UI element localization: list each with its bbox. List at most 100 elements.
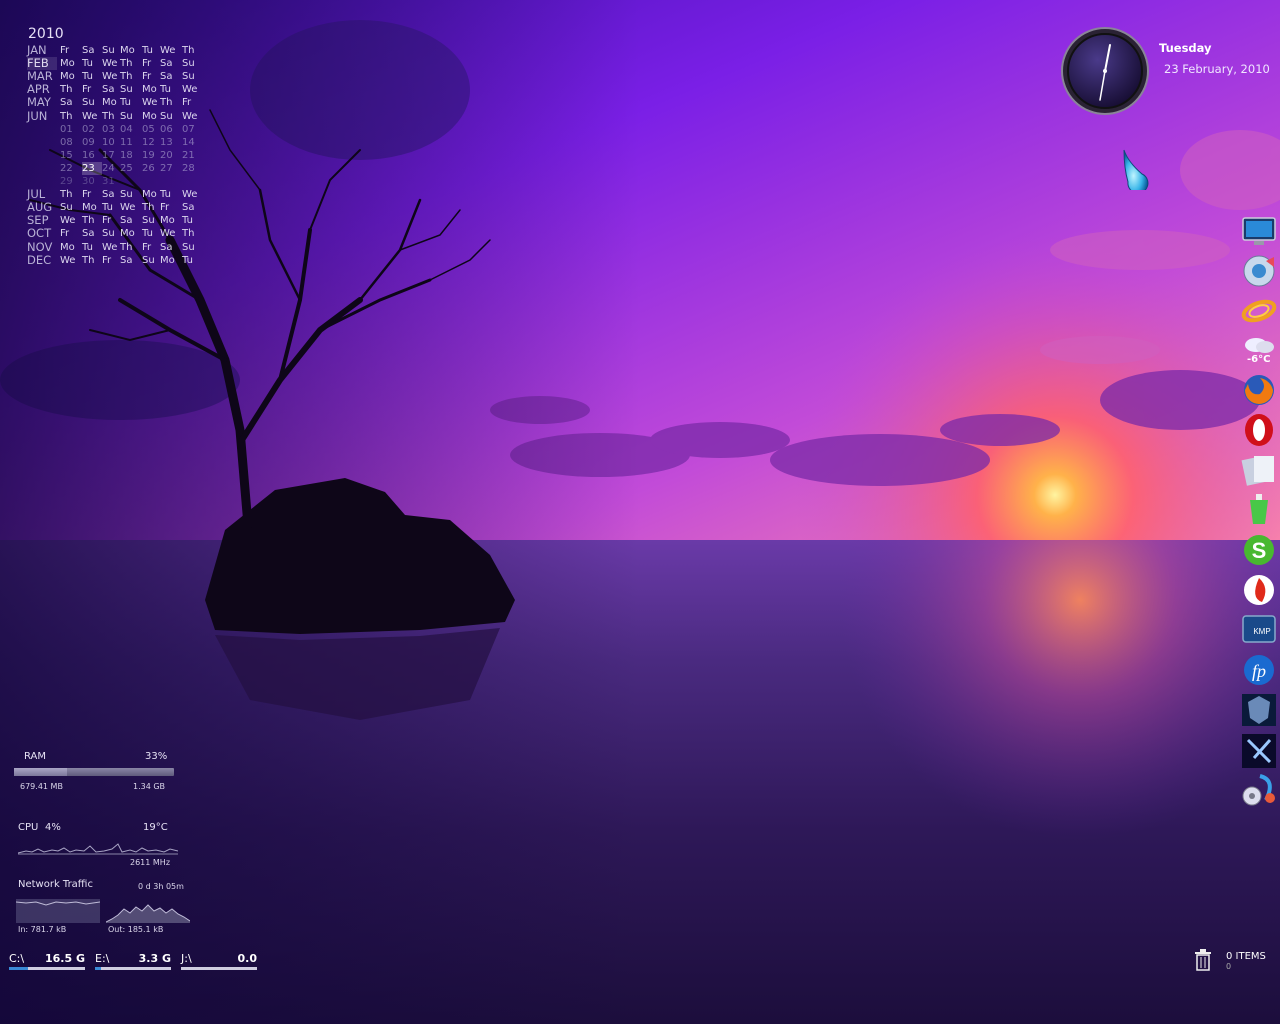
opera-icon[interactable] <box>1240 412 1278 448</box>
calendar-date[interactable]: 22 <box>60 162 80 175</box>
cpu-label: CPU <box>18 822 39 833</box>
cpu-percent: 4% <box>45 822 61 833</box>
calendar-weekday: Tu <box>142 45 153 56</box>
calendar-date[interactable]: 31 <box>102 175 122 188</box>
drive-size: 16.5 G <box>45 952 85 965</box>
calendar-date[interactable]: 09 <box>82 136 102 149</box>
cpu-temp: 19°C <box>143 822 168 833</box>
calendar-weekday: Mo <box>120 45 135 56</box>
calendar-weekday: Mo <box>142 189 157 201</box>
network-out: Out: 185.1 kB <box>108 925 164 934</box>
documents-icon[interactable] <box>1240 452 1278 488</box>
calendar-date[interactable]: 13 <box>160 136 180 149</box>
calendar-weekday: We <box>102 58 118 70</box>
firefox-icon[interactable] <box>1240 372 1278 408</box>
calendar-weekday: Mo <box>102 97 117 109</box>
calendar-weekday: We <box>160 228 176 240</box>
recycle-bin-icon[interactable] <box>1194 949 1212 971</box>
calendar-date[interactable]: 04 <box>120 123 140 136</box>
shield-icon[interactable] <box>1240 692 1278 728</box>
calendar-weekday: Sa <box>82 45 95 56</box>
calendar-date[interactable]: 01 <box>60 123 80 136</box>
clock-date: 23 February, 2010 <box>1164 62 1270 76</box>
calendar-weekday: Sa <box>160 241 173 253</box>
calendar-weekday: Su <box>182 58 195 70</box>
calendar-date[interactable]: 30 <box>82 175 102 188</box>
calendar-weekday: We <box>102 241 118 253</box>
calendar-month-name[interactable]: DEC <box>27 253 57 267</box>
calendar-weekday: Tu <box>142 228 153 240</box>
calendar-weekday: We <box>82 110 98 122</box>
calendar-date[interactable]: 24 <box>102 162 122 175</box>
calendar-date[interactable]: 14 <box>182 136 202 149</box>
ram-label: RAM <box>24 751 47 762</box>
calendar-date[interactable]: 07 <box>182 123 202 136</box>
calendar-weekday: Tu <box>160 84 171 96</box>
calendar-date[interactable]: 16 <box>82 149 102 162</box>
calendar-weekday: Su <box>120 110 133 122</box>
fp-icon[interactable]: fp <box>1240 652 1278 688</box>
calendar-weekday: Su <box>60 202 73 214</box>
calendar-weekday: Tu <box>160 189 171 201</box>
tool-icon[interactable] <box>1240 732 1278 768</box>
flash-icon[interactable] <box>1240 572 1278 608</box>
drive-bar <box>181 967 257 970</box>
calendar-date[interactable]: 06 <box>160 123 180 136</box>
media-player-icon[interactable] <box>1240 253 1278 289</box>
network-in-graph <box>16 899 100 923</box>
calendar-date[interactable]: 10 <box>102 136 122 149</box>
clock-day: Tuesday <box>1159 41 1212 55</box>
monitor-icon[interactable] <box>1240 214 1278 250</box>
calendar-date[interactable]: 19 <box>142 149 162 162</box>
calendar-date[interactable]: 25 <box>120 162 140 175</box>
drive-label: C:\ <box>9 952 25 965</box>
calendar-date[interactable]: 03 <box>102 123 122 136</box>
calendar-weekday: Mo <box>120 228 135 240</box>
drive-bar-fill <box>9 967 28 970</box>
drive-bar <box>9 967 85 970</box>
calendar-date[interactable]: 15 <box>60 149 80 162</box>
calendar-weekday: Th <box>82 215 95 227</box>
svg-text:S: S <box>1252 538 1267 563</box>
settings-icon[interactable] <box>1240 772 1278 808</box>
calendar-date[interactable]: 11 <box>120 136 140 149</box>
calendar-date[interactable]: 18 <box>120 149 140 162</box>
calendar-weekday: Fr <box>82 189 92 201</box>
calendar-weekday: Th <box>160 97 173 109</box>
calendar-month-name[interactable]: OCT <box>27 227 57 240</box>
water-drop-icon[interactable] <box>1118 148 1150 190</box>
calendar-weekday: Mo <box>60 58 75 70</box>
skype-icon[interactable]: S <box>1240 532 1278 568</box>
recycle-size: 0 <box>1226 962 1232 971</box>
calendar-date[interactable]: 05 <box>142 123 162 136</box>
calendar-date[interactable]: 21 <box>182 149 202 162</box>
calendar-date[interactable]: 26 <box>142 162 162 175</box>
calendar-weekday: Fr <box>142 241 152 253</box>
calendar-date[interactable]: 27 <box>160 162 180 175</box>
calendar-date[interactable]: 12 <box>142 136 162 149</box>
calendar-month-name[interactable]: MAY <box>27 96 57 109</box>
calendar-today[interactable]: 23 <box>82 161 102 175</box>
calendar-month-name[interactable]: NOV <box>27 240 57 254</box>
calendar-date[interactable]: 28 <box>182 162 202 175</box>
calendar-date[interactable]: 29 <box>60 175 80 188</box>
calendar-weekday: Th <box>182 228 195 240</box>
calendar-weekday: Th <box>120 71 133 83</box>
calendar-date[interactable]: 17 <box>102 149 122 162</box>
network-label: Network Traffic <box>18 879 93 890</box>
drive-bar <box>95 967 171 970</box>
calendar-weekday: We <box>120 202 136 214</box>
cleaner-icon[interactable] <box>1240 492 1278 528</box>
calendar-weekday: Sa <box>60 97 73 109</box>
calendar-weekday: Tu <box>82 241 93 253</box>
weather-temp: -6°C <box>1247 354 1271 365</box>
calendar-date[interactable]: 20 <box>160 149 180 162</box>
weather-icon[interactable]: -6°C <box>1240 333 1278 369</box>
calendar-date[interactable]: 02 <box>82 123 102 136</box>
drive-label: J:\ <box>181 952 192 965</box>
kmplayer-icon[interactable]: KMP <box>1240 612 1278 648</box>
calendar-month-name[interactable]: JUN <box>27 109 57 123</box>
calendar-weekday: We <box>142 97 158 109</box>
calendar-date[interactable]: 08 <box>60 136 80 149</box>
orbit-icon[interactable] <box>1240 293 1278 329</box>
